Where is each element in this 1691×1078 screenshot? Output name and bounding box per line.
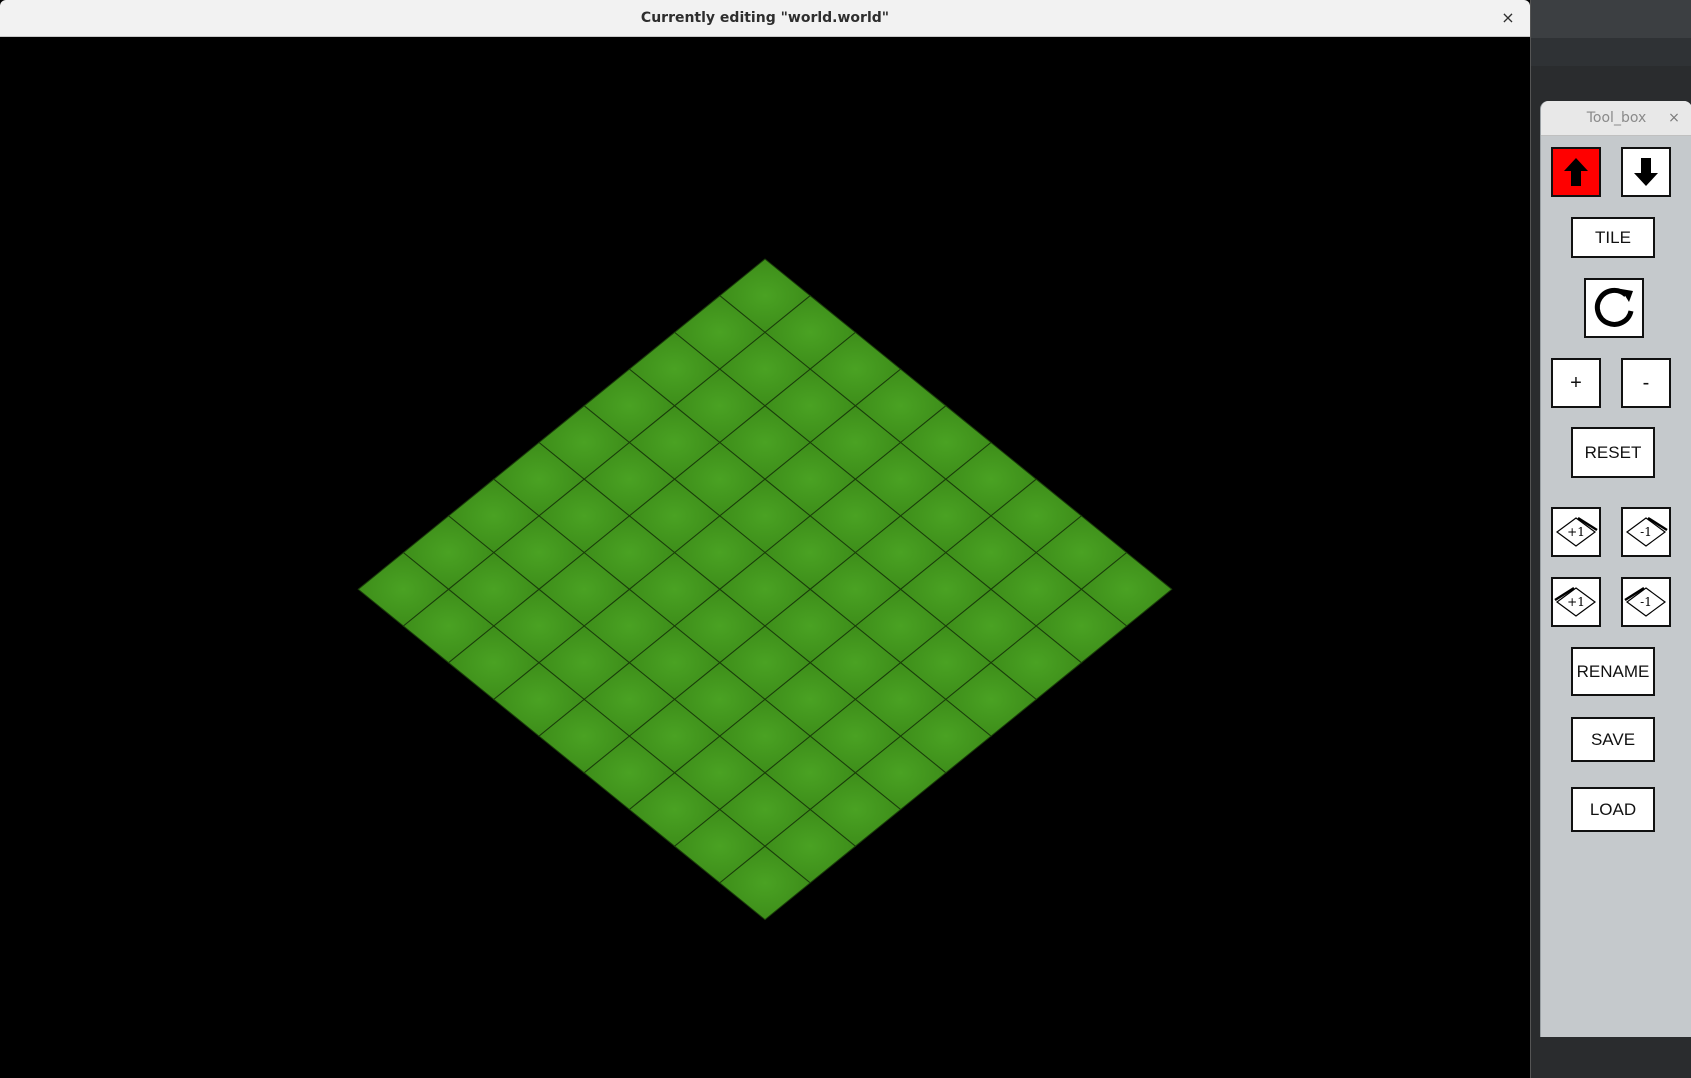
lower-left-edge-button[interactable]: -1 (1621, 577, 1671, 627)
arrow-up-icon (1564, 158, 1588, 186)
raise-right-edge-button[interactable]: +1 (1551, 507, 1601, 557)
corner-plus-right-label: +1 (1567, 525, 1585, 539)
toolbox-window: Tool_box × TILE + - RESET +1 -1 +1 -1 RE… (1540, 101, 1691, 1037)
corner-plus-left-label: +1 (1567, 595, 1585, 609)
isometric-map[interactable] (0, 37, 1530, 1078)
tile-edge-icon: -1 (1624, 586, 1667, 617)
tile-edge-icon: +1 (1554, 586, 1597, 617)
corner-minus-left-label: -1 (1640, 595, 1652, 609)
close-icon[interactable]: × (1664, 108, 1684, 128)
minus-label: - (1642, 371, 1650, 394)
raise-terrain-button[interactable] (1551, 147, 1601, 197)
tile-edge-icon: +1 (1555, 516, 1598, 547)
corner-minus-right-label: -1 (1640, 525, 1652, 539)
desktop-panel-strip (1530, 38, 1691, 66)
editor-titlebar[interactable]: Currently editing "world.world" × (0, 0, 1530, 37)
window-title: Currently editing "world.world" (640, 10, 890, 26)
lower-terrain-button[interactable] (1621, 147, 1671, 197)
toolbox-titlebar[interactable]: Tool_box × (1541, 101, 1691, 136)
lower-right-edge-button[interactable]: -1 (1621, 507, 1671, 557)
reset-button[interactable]: RESET (1571, 427, 1655, 478)
raise-left-edge-button[interactable]: +1 (1551, 577, 1601, 627)
save-button[interactable]: SAVE (1571, 717, 1655, 762)
editor-window: Currently editing "world.world" × (0, 0, 1531, 1078)
map-canvas[interactable] (0, 37, 1530, 1078)
load-button[interactable]: LOAD (1571, 787, 1655, 832)
rename-button[interactable]: RENAME (1571, 647, 1655, 696)
plus-label: + (1570, 371, 1582, 394)
rotate-button[interactable] (1584, 278, 1644, 338)
rotate-icon (1594, 287, 1634, 327)
zoom-out-button[interactable]: - (1621, 358, 1671, 408)
tile-edge-icon: -1 (1625, 516, 1668, 547)
close-icon[interactable]: × (1498, 8, 1518, 28)
arrow-down-icon (1634, 158, 1658, 186)
desktop-panel-top (1530, 0, 1691, 38)
tile-button[interactable]: TILE (1571, 217, 1655, 258)
zoom-in-button[interactable]: + (1551, 358, 1601, 408)
